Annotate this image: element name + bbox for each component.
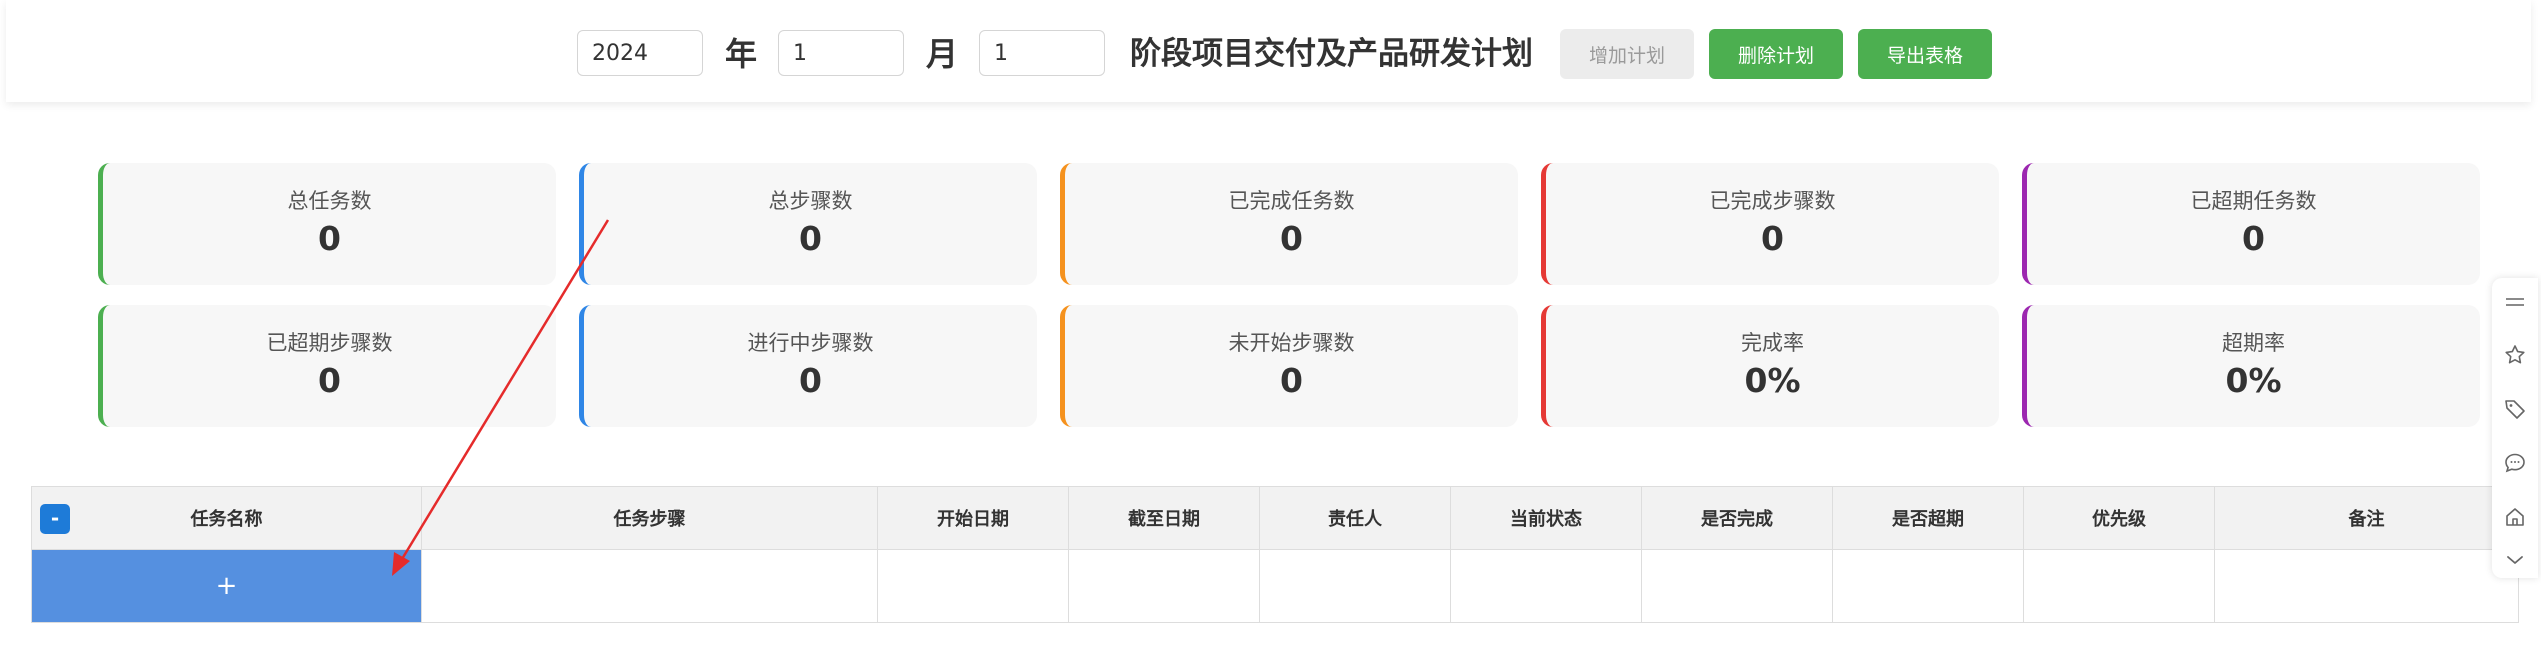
stat-value: 0%	[2225, 361, 2282, 400]
stat-label: 已完成任务数	[1228, 189, 1355, 213]
stat-value: 0	[799, 219, 822, 258]
stat-card-total-steps: 总步骤数 0	[579, 163, 1037, 285]
column-header-remarks: 备注	[2214, 486, 2519, 550]
stat-card-overdue-tasks: 已超期任务数 0	[2022, 163, 2480, 285]
column-header-label: 任务名称	[190, 509, 263, 530]
month-unit-label: 月	[926, 35, 959, 73]
month-input[interactable]	[778, 30, 904, 76]
column-header-owner: 责任人	[1259, 486, 1451, 550]
comment-icon[interactable]	[2503, 451, 2527, 475]
stat-value: 0	[2242, 219, 2265, 258]
add-task-button[interactable]: +	[31, 549, 422, 623]
stat-card-completed-steps: 已完成步骤数 0	[1541, 163, 1999, 285]
stat-label: 已超期步骤数	[266, 331, 393, 355]
export-table-button[interactable]: 导出表格	[1858, 29, 1992, 79]
star-icon[interactable]	[2503, 343, 2527, 367]
delete-plan-button[interactable]: 删除计划	[1709, 29, 1843, 79]
stat-label: 未开始步骤数	[1228, 331, 1355, 355]
table-cell[interactable]	[1832, 549, 2024, 623]
column-header-is-complete: 是否完成	[1641, 486, 1833, 550]
table-cell[interactable]	[421, 549, 878, 623]
stat-card-overdue-rate: 超期率 0%	[2022, 305, 2480, 427]
column-header-is-overdue: 是否超期	[1832, 486, 2024, 550]
table-cell[interactable]	[877, 549, 1069, 623]
chevron-down-icon[interactable]	[2503, 548, 2527, 572]
table-cell[interactable]	[1068, 549, 1260, 623]
column-header-task-steps: 任务步骤	[421, 486, 878, 550]
table-header-row: - 任务名称 任务步骤 开始日期 截至日期 责任人 当前状态 是否完成 是否超期…	[31, 486, 2519, 550]
column-header-task-name: - 任务名称	[31, 486, 422, 550]
table-cell[interactable]	[1450, 549, 1642, 623]
table-cell[interactable]	[2023, 549, 2215, 623]
page-title: 阶段项目交付及产品研发计划	[1130, 36, 1533, 72]
table-row: +	[31, 549, 2519, 623]
header-bar: 年 月 阶段项目交付及产品研发计划 增加计划 删除计划 导出表格	[6, 0, 2531, 102]
stat-card-completion-rate: 完成率 0%	[1541, 305, 1999, 427]
stat-value: 0	[318, 361, 341, 400]
stat-label: 总步骤数	[768, 189, 853, 213]
year-input[interactable]	[577, 30, 703, 76]
column-header-start-date: 开始日期	[877, 486, 1069, 550]
stat-label: 超期率	[2222, 331, 2285, 355]
task-table: - 任务名称 任务步骤 开始日期 截至日期 责任人 当前状态 是否完成 是否超期…	[31, 486, 2519, 623]
menu-lines-icon[interactable]	[2503, 290, 2527, 314]
stat-label: 已超期任务数	[2190, 189, 2317, 213]
stat-card-completed-tasks: 已完成任务数 0	[1060, 163, 1518, 285]
column-header-status: 当前状态	[1450, 486, 1642, 550]
tag-icon[interactable]	[2503, 397, 2527, 421]
column-header-priority: 优先级	[2023, 486, 2215, 550]
stat-value: 0	[799, 361, 822, 400]
home-icon[interactable]	[2503, 505, 2527, 529]
column-header-due-date: 截至日期	[1068, 486, 1260, 550]
stat-value: 0	[318, 219, 341, 258]
side-toolbar	[2492, 278, 2538, 578]
table-cell[interactable]	[1259, 549, 1451, 623]
stat-value: 0%	[1744, 361, 1801, 400]
stat-label: 完成率	[1741, 331, 1804, 355]
table-cell[interactable]	[1641, 549, 1833, 623]
add-plan-button[interactable]: 增加计划	[1560, 29, 1694, 79]
stage-input[interactable]	[979, 30, 1105, 76]
stat-label: 总任务数	[287, 189, 372, 213]
stat-card-in-progress-steps: 进行中步骤数 0	[579, 305, 1037, 427]
stat-value: 0	[1761, 219, 1784, 258]
table-cell[interactable]	[2214, 549, 2519, 623]
stat-label: 进行中步骤数	[747, 331, 874, 355]
stat-card-total-tasks: 总任务数 0	[98, 163, 556, 285]
stat-value: 0	[1280, 219, 1303, 258]
stat-value: 0	[1280, 361, 1303, 400]
year-unit-label: 年	[725, 35, 758, 73]
stat-card-not-started-steps: 未开始步骤数 0	[1060, 305, 1518, 427]
collapse-all-button[interactable]: -	[40, 504, 70, 534]
stat-label: 已完成步骤数	[1709, 189, 1836, 213]
stat-card-overdue-steps: 已超期步骤数 0	[98, 305, 556, 427]
